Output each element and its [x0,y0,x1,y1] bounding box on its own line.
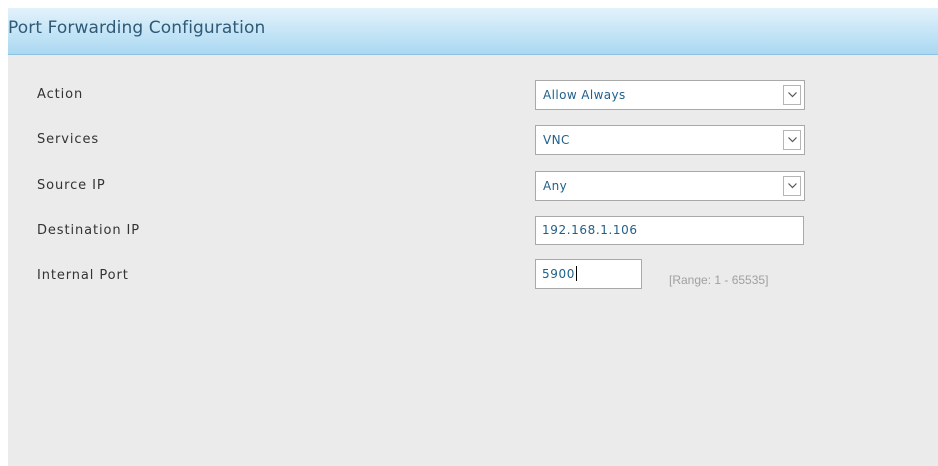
chevron-down-icon[interactable] [783,130,801,150]
action-select[interactable]: Allow Always [535,80,805,110]
chevron-down-icon[interactable] [783,176,801,196]
action-select-value: Allow Always [543,88,626,102]
panel-title: Port Forwarding Configuration [8,18,266,38]
source-ip-select-value: Any [543,179,568,193]
services-label: Services [37,132,100,147]
source-ip-select[interactable]: Any [535,171,805,201]
destination-ip-input[interactable]: 192.168.1.106 [535,216,804,245]
destination-ip-value: 192.168.1.106 [542,223,638,237]
panel-header: Port Forwarding Configuration [8,8,938,55]
internal-port-value-wrap: 5900 [542,266,577,281]
internal-port-value: 5900 [542,267,575,281]
services-select-value: VNC [543,133,570,147]
services-select[interactable]: VNC [535,125,805,155]
text-caret [575,266,577,281]
port-forwarding-panel: Port Forwarding Configuration Action All… [8,8,938,466]
action-label: Action [37,87,84,102]
source-ip-label: Source IP [37,178,106,193]
destination-ip-label: Destination IP [37,223,141,238]
internal-port-range-hint: [Range: 1 - 65535] [669,273,769,287]
internal-port-label: Internal Port [37,268,129,283]
chevron-down-icon[interactable] [783,85,801,105]
internal-port-input[interactable]: 5900 [535,259,642,289]
